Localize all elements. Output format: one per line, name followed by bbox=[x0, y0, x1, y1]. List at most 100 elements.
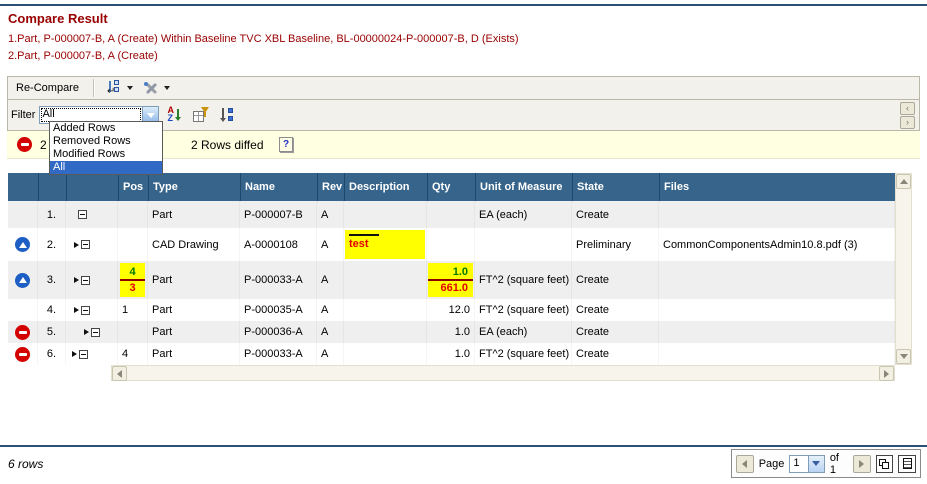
chevron-down-icon bbox=[127, 86, 133, 90]
column-header-pos[interactable]: Pos bbox=[118, 173, 148, 201]
cell-name: P-000035-A bbox=[240, 299, 317, 321]
toolbar: Re-Compare ↵ bbox=[7, 76, 920, 100]
filter-option-all[interactable]: All bbox=[50, 161, 162, 174]
sort-az-icon[interactable]: AZ bbox=[167, 107, 184, 123]
filter-option-removed-rows[interactable]: Removed Rows bbox=[50, 135, 162, 148]
previous-page-button[interactable] bbox=[736, 455, 754, 473]
outline-view-icon[interactable] bbox=[218, 107, 235, 123]
row-number: 2. bbox=[38, 228, 66, 261]
cell-type: Part bbox=[148, 343, 240, 365]
old-value: 661.0 bbox=[428, 281, 473, 294]
table-filter-icon[interactable] bbox=[192, 107, 210, 123]
filter-option-added-rows[interactable]: Added Rows bbox=[50, 122, 162, 135]
old-value-strikethrough bbox=[349, 234, 379, 236]
cell-description bbox=[344, 299, 427, 321]
panel-scroll-right-button[interactable]: › bbox=[900, 116, 915, 129]
diff-pos-cell: 4 3 bbox=[120, 263, 145, 297]
page-number-dropdown[interactable]: 1 bbox=[789, 455, 824, 473]
pager: Page 1 of 1 bbox=[731, 449, 921, 478]
cascade-windows-icon bbox=[879, 459, 889, 469]
recompare-button[interactable]: Re-Compare bbox=[8, 82, 87, 94]
tree-expand-icon[interactable] bbox=[74, 306, 90, 315]
table-row[interactable]: 4. 1 Part P-000035-A A 12.0 FT^2 (square… bbox=[8, 299, 895, 321]
structure-compare-button[interactable]: ↵ bbox=[103, 78, 136, 98]
new-value: test bbox=[349, 238, 421, 250]
tree-expand-icon[interactable] bbox=[74, 240, 90, 249]
column-header-qty[interactable]: Qty bbox=[427, 173, 475, 201]
cell-qty: 1.0 bbox=[427, 343, 475, 365]
tools-icon bbox=[143, 80, 160, 96]
cell-uom: EA (each) bbox=[475, 321, 572, 343]
cell-uom bbox=[475, 228, 572, 261]
open-in-window-button[interactable] bbox=[876, 455, 894, 473]
column-header-rev[interactable]: Rev bbox=[317, 173, 344, 201]
cell-state: Create bbox=[572, 299, 659, 321]
row-number: 5. bbox=[38, 321, 66, 343]
full-list-view-button[interactable] bbox=[898, 455, 916, 473]
horizontal-scrollbar[interactable] bbox=[111, 365, 895, 381]
tree-expand-icon[interactable] bbox=[74, 276, 90, 285]
table-row[interactable]: 6. 4 Part P-000033-A A 1.0 FT^2 (square … bbox=[8, 343, 895, 365]
panel-scroll-left-button[interactable]: ‹ bbox=[900, 102, 915, 115]
removed-icon bbox=[15, 325, 30, 340]
column-header-uom[interactable]: Unit of Measure bbox=[475, 173, 572, 201]
filter-option-modified-rows[interactable]: Modified Rows bbox=[50, 148, 162, 161]
diff-qty-cell: 1.0 661.0 bbox=[428, 263, 473, 297]
compare-source-line-2: 2.Part, P-000007-B, A (Create) bbox=[8, 50, 158, 62]
arrow-right-icon bbox=[884, 370, 889, 378]
scroll-right-button[interactable] bbox=[879, 366, 894, 381]
modified-icon bbox=[15, 237, 30, 252]
column-header-number[interactable] bbox=[38, 173, 66, 201]
cell-state: Create bbox=[572, 321, 659, 343]
removed-rows-count: 2 bbox=[40, 138, 47, 152]
table-row[interactable]: 5. Part P-000036-A A 1.0 EA (each) Creat… bbox=[8, 321, 895, 343]
page-title: Compare Result bbox=[8, 11, 108, 26]
cell-files bbox=[659, 261, 895, 299]
compare-result-page: Compare Result 1.Part, P-000007-B, A (Cr… bbox=[0, 0, 927, 484]
scroll-left-button[interactable] bbox=[112, 366, 127, 381]
compare-source-line-1: 1.Part, P-000007-B, A (Create) Within Ba… bbox=[8, 33, 519, 45]
column-header-description[interactable]: Description bbox=[344, 173, 427, 201]
tree-expand-icon[interactable] bbox=[72, 350, 88, 359]
next-page-button[interactable] bbox=[853, 455, 871, 473]
help-icon[interactable]: ? bbox=[279, 137, 293, 152]
page-dropdown-button[interactable] bbox=[808, 456, 824, 472]
chevron-down-icon bbox=[164, 86, 170, 90]
cell-files bbox=[659, 321, 895, 343]
scroll-down-button[interactable] bbox=[896, 349, 911, 364]
column-header-tree[interactable] bbox=[66, 173, 118, 201]
cell-description bbox=[344, 201, 427, 228]
cell-type: CAD Drawing bbox=[148, 228, 240, 261]
column-header-name[interactable]: Name bbox=[240, 173, 317, 201]
cell-rev: A bbox=[317, 343, 344, 365]
scroll-up-button[interactable] bbox=[896, 174, 911, 189]
cell-pos bbox=[118, 228, 148, 261]
table-row[interactable]: 3. 4 3 Part P-000033-A A 1.0 661.0 FT^2 … bbox=[8, 261, 895, 299]
arrow-up-icon bbox=[900, 179, 908, 184]
cell-rev: A bbox=[317, 261, 344, 299]
tree-collapse-icon[interactable] bbox=[78, 210, 87, 219]
tree-expand-icon[interactable] bbox=[84, 328, 100, 337]
filter-label: Filter bbox=[8, 109, 39, 121]
vertical-scrollbar[interactable] bbox=[895, 173, 912, 365]
arrow-left-icon bbox=[117, 370, 122, 378]
column-header-status[interactable] bbox=[8, 173, 38, 201]
row-number: 1. bbox=[38, 201, 66, 228]
column-header-files[interactable]: Files bbox=[659, 173, 895, 201]
column-header-type[interactable]: Type bbox=[148, 173, 240, 201]
tools-menu-button[interactable] bbox=[140, 78, 173, 98]
chevron-down-icon bbox=[147, 113, 155, 118]
column-header-state[interactable]: State bbox=[572, 173, 659, 201]
cell-state: Create bbox=[572, 343, 659, 365]
cell-rev: A bbox=[317, 201, 344, 228]
top-divider bbox=[0, 4, 927, 6]
arrow-down-icon bbox=[900, 354, 908, 359]
modified-icon bbox=[15, 273, 30, 288]
cell-description bbox=[344, 321, 427, 343]
table-row[interactable]: 1. Part P-000007-B A EA (each) Create bbox=[8, 201, 895, 228]
cell-rev: A bbox=[317, 228, 344, 261]
table-row[interactable]: 2. CAD Drawing A-0000108 A test Prelimin… bbox=[8, 228, 895, 261]
compare-table: Pos Type Name Rev Description Qty Unit o… bbox=[8, 173, 912, 365]
new-value: 4 bbox=[120, 266, 145, 281]
row-number: 4. bbox=[38, 299, 66, 321]
